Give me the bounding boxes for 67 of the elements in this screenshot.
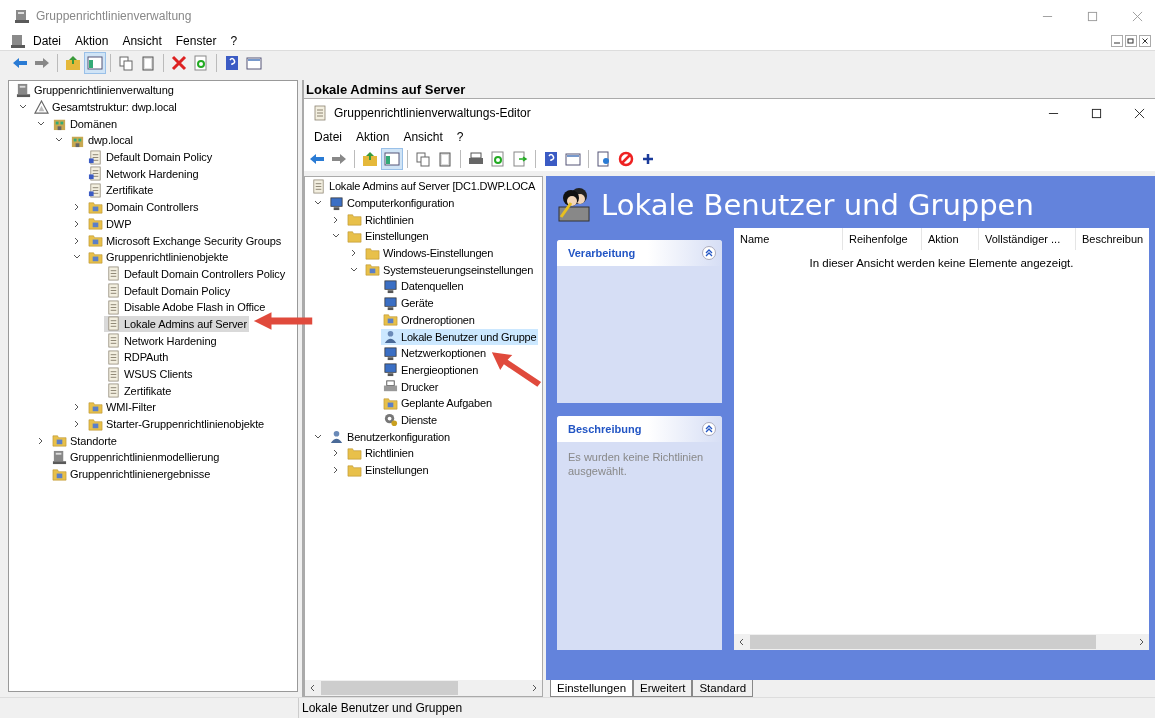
tree-item[interactable]: Benutzerkonfiguration — [327, 428, 452, 445]
panel-text: Es wurden keine Richtlinien ausgewählt. — [567, 450, 705, 480]
tree-item[interactable]: Dienste — [381, 411, 439, 428]
tree-item[interactable]: DWP — [86, 215, 134, 232]
tree-item[interactable]: dwp.local — [68, 132, 135, 149]
tree-item[interactable]: Geräte — [381, 295, 436, 312]
panel-title: Beschreibung — [568, 423, 642, 435]
status-text: Lokale Benutzer und Gruppen — [301, 701, 463, 715]
tree-item[interactable]: Domänen — [50, 115, 119, 132]
window-title: Gruppenrichtlinienverwaltung — [36, 9, 192, 23]
panel-title: Verarbeitung — [568, 247, 636, 259]
tree-item[interactable]: Starter-Gruppenrichtlinienobjekte — [86, 416, 267, 433]
column-header[interactable]: Aktion — [922, 228, 979, 250]
menu-item[interactable]: ? — [223, 34, 245, 48]
tree-item[interactable]: RDPAuth — [104, 349, 171, 366]
section-heading: Lokale Benutzer und Gruppen — [601, 188, 1034, 222]
menu-item[interactable]: Ansicht — [396, 130, 450, 144]
column-header[interactable]: Name — [734, 228, 843, 250]
tab[interactable]: Einstellungen — [550, 680, 634, 697]
column-header[interactable]: Reihenfolge — [843, 228, 922, 250]
tab[interactable]: Standard — [692, 680, 754, 697]
tree-item[interactable]: Computerkonfiguration — [327, 195, 457, 212]
tree-item[interactable]: Gruppenrichtlinienobjekte — [86, 249, 231, 266]
menu-item[interactable]: Datei — [26, 34, 68, 48]
tree-item[interactable]: Domain Controllers — [86, 199, 201, 216]
tree-item[interactable]: Standorte — [50, 432, 119, 449]
tree-item[interactable]: Network Hardening — [104, 332, 219, 349]
menu-item[interactable]: Datei — [307, 130, 349, 144]
menu-item[interactable]: Aktion — [349, 130, 397, 144]
tree-item[interactable]: WMI-Filter — [86, 399, 158, 416]
menu-item[interactable]: Fenster — [168, 34, 224, 48]
tree-item[interactable]: Einstellungen — [345, 462, 431, 479]
tree-item[interactable]: Gruppenrichtlinienmodellierung — [50, 449, 222, 466]
tree-item[interactable]: Gesamtstruktur: dwp.local — [32, 99, 179, 116]
tree-item[interactable]: Gruppenrichtlinienergebnisse — [50, 466, 213, 483]
tree-item[interactable]: Zertifikate — [86, 182, 156, 199]
tree-item[interactable]: Lokale Benutzer und Gruppe — [381, 328, 539, 345]
tree-item[interactable]: Systemsteuerungseinstellungen — [363, 261, 536, 278]
tree-item[interactable]: Einstellungen — [345, 228, 431, 245]
tree-item[interactable]: Ordneroptionen — [381, 311, 477, 328]
tree-item[interactable]: Zertifikate — [104, 382, 174, 399]
empty-message: In dieser Ansicht werden keine Elemente angezeigt. — [808, 256, 1075, 271]
tree-item[interactable]: Netzwerkoptionen — [381, 345, 488, 362]
tree-item[interactable]: Default Domain Policy — [104, 282, 233, 299]
tree-item[interactable]: WSUS Clients — [104, 366, 195, 383]
column-header[interactable]: Beschreibun — [1076, 228, 1144, 250]
tree-item[interactable]: Disable Adobe Flash in Office — [104, 299, 268, 316]
tree-item[interactable]: Default Domain Controllers Policy — [104, 265, 288, 282]
tree-item[interactable]: Microsoft Exchange Security Groups — [86, 232, 284, 249]
column-header[interactable]: Vollständiger ... — [979, 228, 1076, 250]
tree-item[interactable]: Default Domain Policy — [86, 149, 215, 166]
menu-item[interactable]: ? — [449, 130, 471, 144]
tree-item[interactable]: Windows-Einstellungen — [363, 245, 496, 262]
tree-item[interactable]: Datenquellen — [381, 278, 466, 295]
tree-item[interactable]: Lokale Admins auf Server [DC1.DWP.LOCA — [309, 178, 538, 195]
tab[interactable]: Erweitert — [633, 680, 693, 697]
tree-item[interactable]: Drucker — [381, 378, 441, 395]
tree-item[interactable]: Network Hardening — [86, 165, 201, 182]
menu-item[interactable]: Aktion — [68, 34, 116, 48]
tree-item[interactable]: Richtlinien — [345, 445, 416, 462]
tree-item[interactable]: Energieoptionen — [381, 361, 481, 378]
menu-item[interactable]: Ansicht — [115, 34, 169, 48]
tree-item[interactable]: Lokale Admins auf Server — [104, 315, 249, 332]
window-title: Gruppenrichtlinienverwaltungs-Editor — [334, 106, 531, 120]
tree-item[interactable]: Richtlinien — [345, 211, 416, 228]
tree-item[interactable]: Gruppenrichtlinienverwaltung — [14, 82, 176, 99]
tree-item[interactable]: Geplante Aufgaben — [381, 395, 494, 412]
